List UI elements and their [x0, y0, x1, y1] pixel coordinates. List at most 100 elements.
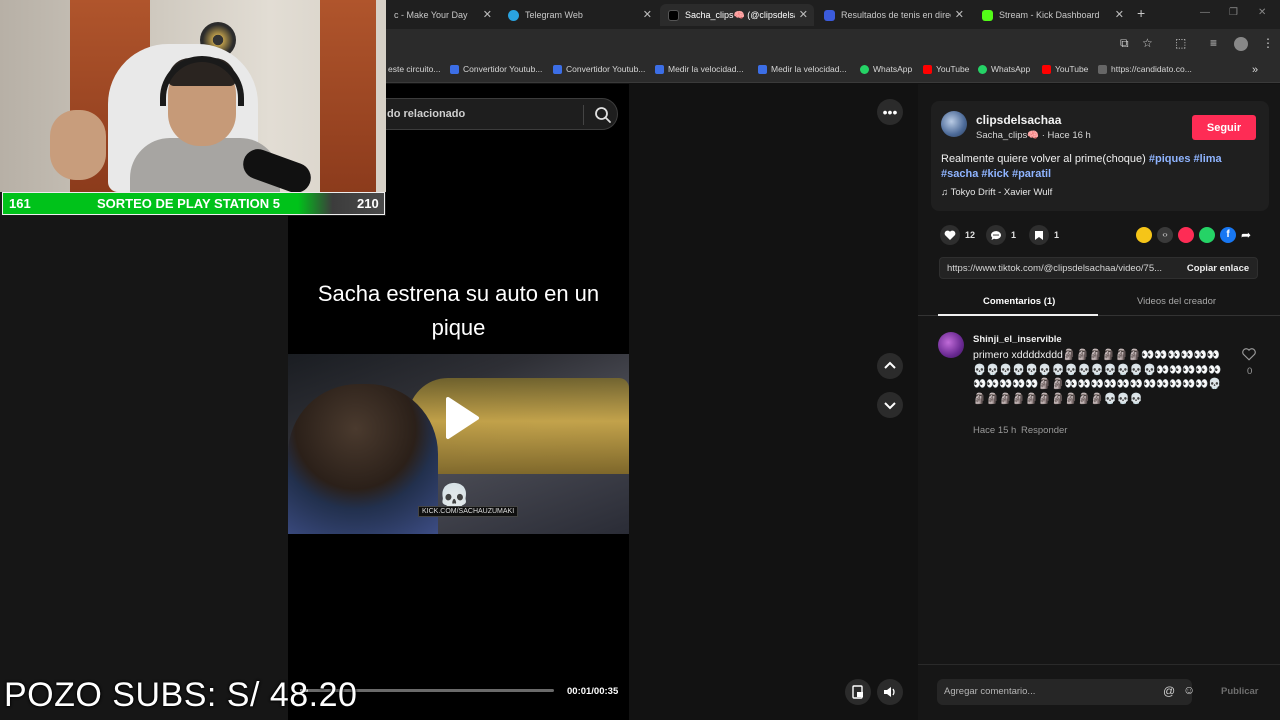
heart-outline-icon[interactable]	[1242, 348, 1256, 361]
browser-tab-kick[interactable]: Stream - Kick Dashboard ✕	[974, 4, 1130, 26]
bookmark-item[interactable]: WhatsApp	[860, 64, 912, 74]
browser-tab-make-your-day[interactable]: c - Make Your Day ✕	[386, 4, 498, 26]
video-side-area	[629, 84, 918, 720]
video-time: 00:01/00:35	[567, 686, 619, 697]
share-arrow-icon[interactable]: ➦	[1241, 227, 1257, 243]
bookmark-item[interactable]: Medir la velocidad...	[758, 64, 847, 74]
like-button[interactable]: 12	[940, 225, 975, 245]
post-side-panel: clipsdelsachaa Sacha_clips🧠 · Hace 16 h …	[918, 84, 1280, 720]
heart-icon	[940, 225, 960, 245]
comment-input[interactable]: Agregar comentario... @ ☺	[937, 679, 1195, 705]
youtube-icon	[923, 64, 932, 74]
car-shape	[408, 378, 629, 474]
new-tab-button[interactable]: +	[1137, 5, 1145, 21]
share-link-text[interactable]: https://www.tiktok.com/@clipsdelsachaa/v…	[947, 263, 1175, 274]
close-icon[interactable]: ✕	[799, 8, 808, 21]
bookmark-label: WhatsApp	[873, 64, 913, 74]
bookmark-item[interactable]: Convertidor Youtub...	[450, 64, 542, 74]
comment-placeholder: Agregar comentario...	[944, 686, 1036, 697]
copy-link-button[interactable]: Copiar enlace	[1178, 258, 1258, 278]
bookmark-label: Convertidor Youtub...	[463, 64, 543, 74]
bookmark-star-icon[interactable]: ☆	[1142, 36, 1153, 50]
picture-in-picture-button[interactable]	[845, 679, 871, 705]
hashtag-link[interactable]: #sacha	[941, 168, 978, 180]
facebook-share-icon[interactable]: f	[1220, 227, 1236, 243]
bookmark-label: Medir la velocidad...	[771, 64, 847, 74]
bookmark-item[interactable]: YouTube	[923, 64, 969, 74]
hashtag-link[interactable]: #piques	[1149, 153, 1191, 165]
comment-count: 1	[1011, 230, 1017, 240]
bookmark-label: Medir la velocidad...	[668, 64, 744, 74]
search-input[interactable]: do relacionado	[387, 108, 465, 120]
mention-icon[interactable]: @	[1163, 684, 1175, 698]
bookmark-item[interactable]: Medir la velocidad...	[655, 64, 744, 74]
tab-label: Telegram Web	[525, 10, 583, 20]
volume-button[interactable]	[877, 679, 903, 705]
whatsapp-icon	[978, 64, 987, 74]
emoji-icon[interactable]: ☺	[1183, 683, 1195, 697]
bookmark-item[interactable]: Convertidor Youtub...	[553, 64, 645, 74]
avatar[interactable]	[941, 111, 967, 137]
chevron-right-icon[interactable]: »	[1252, 64, 1258, 76]
follow-button[interactable]: Seguir	[1192, 115, 1256, 140]
browser-tab-tennis[interactable]: Resultados de tenis en directo ✕	[816, 4, 970, 26]
music-title: Tokyo Drift - Xavier Wulf	[950, 187, 1053, 198]
close-icon[interactable]: ✕	[643, 8, 652, 21]
close-icon[interactable]: ✕	[955, 8, 964, 21]
extensions-icon[interactable]: ⬚	[1175, 36, 1186, 50]
chevron-down-icon	[884, 402, 896, 410]
creator-username[interactable]: clipsdelsachaa	[976, 113, 1061, 127]
close-icon[interactable]: ✕	[483, 8, 492, 21]
tab-creator-videos[interactable]: Videos del creador	[1137, 296, 1216, 307]
tiktok-icon	[668, 9, 679, 21]
minimize-icon[interactable]: —	[1200, 7, 1210, 18]
video-player[interactable]: 💀 KICK.COM/SACHAUZUMAKI	[288, 354, 629, 534]
previous-video-button[interactable]	[877, 353, 903, 379]
music-row[interactable]: ♫ Tokyo Drift - Xavier Wulf	[941, 187, 1052, 198]
speedtest-icon	[655, 64, 664, 74]
hashtag-link[interactable]: #paratil	[1012, 168, 1051, 180]
hashtag-link[interactable]: #kick	[981, 168, 1009, 180]
kick-icon	[982, 9, 993, 21]
ellipsis-icon: •••	[882, 104, 898, 120]
search-icon[interactable]	[593, 105, 613, 125]
comment-username[interactable]: Shinji_el_inservible	[973, 334, 1062, 345]
bookmark-item[interactable]: YouTube	[1042, 64, 1088, 74]
send-to-friends-icon[interactable]	[1178, 227, 1194, 243]
code-embed-icon[interactable]: ‹›	[1157, 227, 1173, 243]
tab-label: Stream - Kick Dashboard	[999, 10, 1100, 20]
floating-player-icon	[852, 685, 863, 699]
install-app-icon[interactable]: ⧉	[1120, 36, 1129, 51]
browser-tab-telegram[interactable]: Telegram Web ✕	[500, 4, 658, 26]
comment-like-count: 0	[1247, 366, 1253, 377]
like-count: 12	[965, 230, 976, 240]
menu-kebab-icon[interactable]: ⋮	[1262, 36, 1274, 50]
next-video-button[interactable]	[877, 392, 903, 418]
hashtag-link[interactable]: #lima	[1194, 153, 1222, 165]
bookmark-item[interactable]: este circuito...	[388, 64, 440, 74]
tab-comments[interactable]: Comentarios (1)	[983, 296, 1055, 307]
comment-button[interactable]: 1	[986, 225, 1016, 245]
bookmark-label: este circuito...	[388, 64, 441, 74]
whatsapp-share-icon[interactable]	[1199, 227, 1215, 243]
play-icon[interactable]	[444, 396, 480, 440]
bookmark-item[interactable]: https://candidato.co...	[1098, 64, 1192, 74]
publish-button[interactable]: Publicar	[1221, 686, 1259, 697]
tab-label: Resultados de tenis en directo	[841, 10, 951, 20]
reply-button[interactable]: Responder	[1021, 425, 1067, 436]
close-icon[interactable]: ✕	[1115, 8, 1124, 21]
streamer-webcam	[0, 0, 386, 216]
bookmark-item[interactable]: WhatsApp	[978, 64, 1030, 74]
more-options-button[interactable]: •••	[877, 99, 903, 125]
browser-tab-tiktok[interactable]: Sacha_clips🧠 (@clipsdelsacha ✕	[660, 4, 814, 26]
embed-share-icon[interactable]	[1136, 227, 1152, 243]
raffle-title: SORTEO DE PLAY STATION 5	[97, 196, 280, 211]
whatsapp-icon	[860, 64, 869, 74]
close-window-icon[interactable]: ✕	[1258, 7, 1266, 18]
avatar[interactable]	[938, 332, 964, 358]
profile-avatar[interactable]	[1234, 37, 1248, 51]
media-control-icon[interactable]: ≡	[1210, 36, 1217, 50]
save-button[interactable]: 1	[1029, 225, 1059, 245]
maximize-icon[interactable]: ❐	[1229, 7, 1238, 18]
caption-line: pique	[431, 315, 486, 340]
